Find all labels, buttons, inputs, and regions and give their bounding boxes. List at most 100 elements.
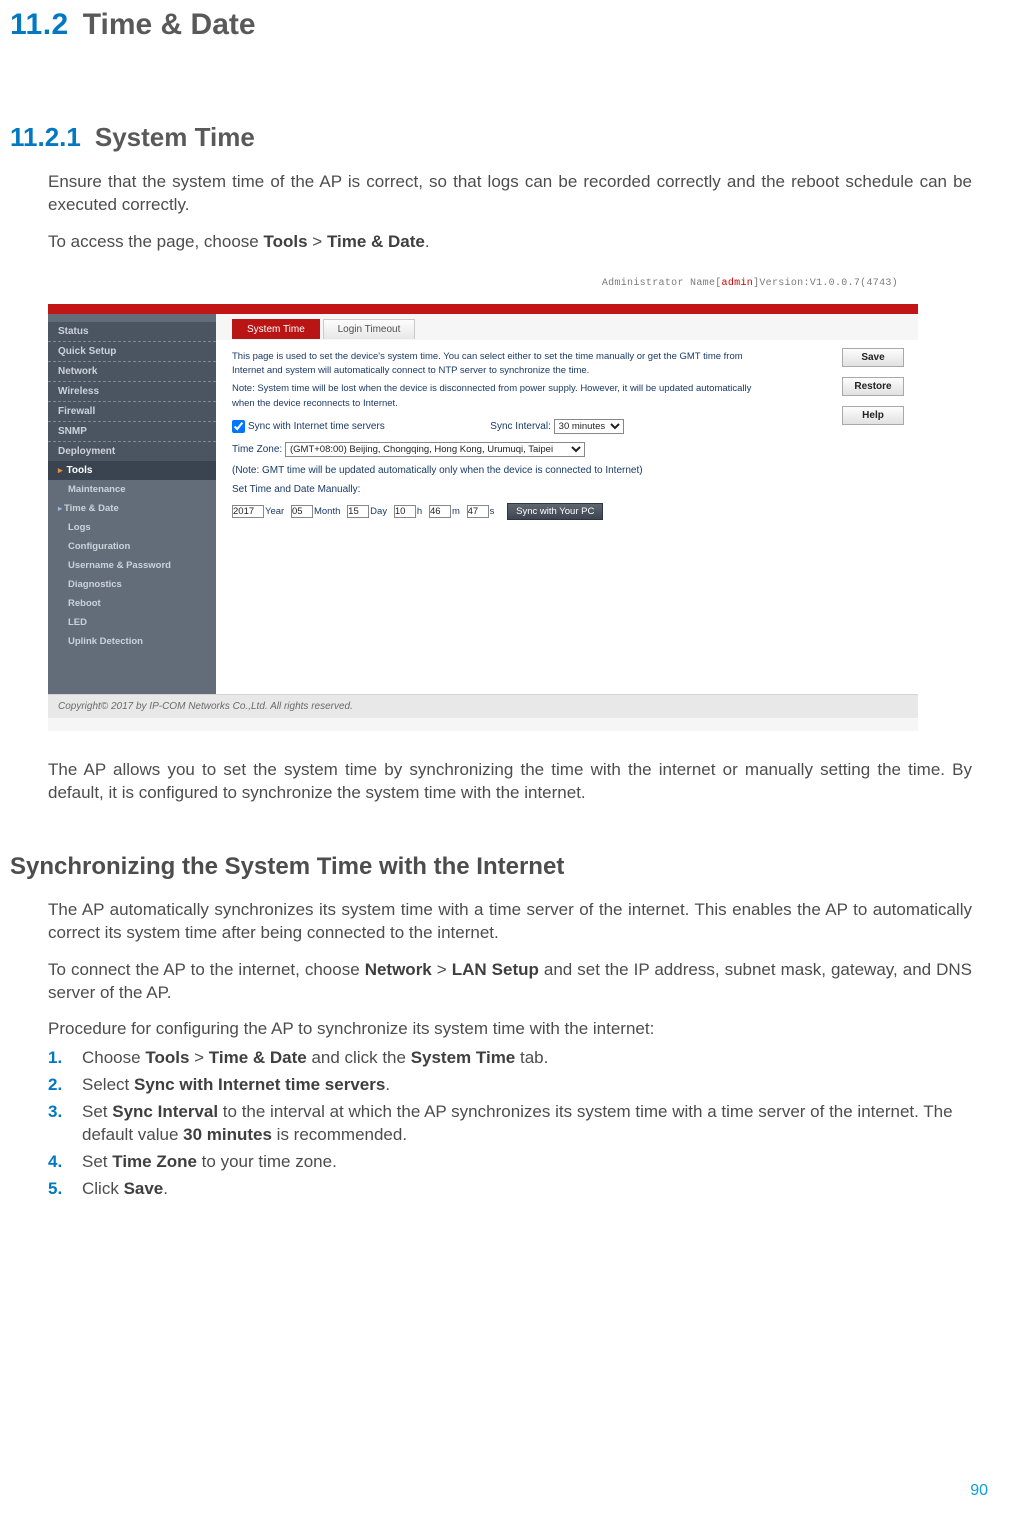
text: Set [82,1102,112,1121]
settings-panel: Save Restore Help This page is used to s… [216,340,918,694]
sync-checkbox[interactable] [232,420,245,433]
tab-login-timeout[interactable]: Login Timeout [323,319,416,339]
sidebar-item-time-date[interactable]: Time & Date [48,499,216,518]
timezone-note: (Note: GMT time will be updated automati… [232,465,902,476]
step-3: 3. Set Sync Interval to the interval at … [48,1101,972,1147]
year-unit: Year [265,506,284,517]
admin-name-label: Administrator Name[ [602,278,722,289]
sidebar-item-wireless[interactable]: Wireless [48,382,216,402]
tab-system-time[interactable]: System Time [232,319,320,339]
hour-unit: h [417,506,422,517]
admin-username: admin [722,278,754,289]
save-button[interactable]: Save [842,348,904,367]
copyright-footer: Copyright© 2017 by IP-COM Networks Co.,L… [48,694,918,718]
subsection-title: System Time [95,122,255,152]
manual-time-label: Set Time and Date Manually: [232,484,902,495]
year-input[interactable] [232,505,264,518]
second-input[interactable] [467,505,489,518]
sync-interval-select[interactable]: 30 minutes [554,419,624,434]
text: > [189,1048,208,1067]
sidebar-item-network[interactable]: Network [48,362,216,382]
step-2: 2. Select Sync with Internet time server… [48,1074,972,1097]
text: to your time zone. [197,1152,337,1171]
subsection-number: 11.2.1 [10,122,81,152]
step-5: 5. Click Save. [48,1178,972,1201]
month-input[interactable] [291,505,313,518]
bold-tools: Tools [145,1048,189,1067]
text: > [308,232,327,251]
sidebar-item-deployment[interactable]: Deployment [48,442,216,461]
text: To connect the AP to the internet, choos… [48,960,365,979]
panel-description-1: This page is used to set the device's sy… [232,350,752,379]
sidebar-item-configuration[interactable]: Configuration [48,537,216,556]
sync-checkbox-label: Sync with Internet time servers [248,421,385,432]
bold-sync-interval: Sync Interval [112,1102,218,1121]
sidebar-item-logs[interactable]: Logs [48,518,216,537]
minute-unit: m [452,506,460,517]
sidebar-item-uplink-detection[interactable]: Uplink Detection [48,632,216,651]
sidebar-item-diagnostics[interactable]: Diagnostics [48,575,216,594]
nav-timedate: Time & Date [327,232,425,251]
second-unit: s [490,506,495,517]
subsection-heading: 11.2.1 System Time [10,122,972,153]
text: Click [82,1179,124,1198]
step-4: 4. Set Time Zone to your time zone. [48,1151,972,1174]
text: tab. [515,1048,548,1067]
sync-with-pc-button[interactable]: Sync with Your PC [507,503,603,520]
bold-time-zone: Time Zone [112,1152,197,1171]
section-heading: 11.2 Time & Date [10,0,972,42]
manual-time-row: Year Month Day h m s Sync with Your PC [232,503,902,520]
version-label: ]Version:V1.0.0.7(4743) [753,278,898,289]
nav-network: Network [365,960,432,979]
timezone-row: Time Zone: (GMT+08:00) Beijing, Chongqin… [232,442,902,457]
text: and click the [307,1048,411,1067]
sidebar-item-username-password[interactable]: Username & Password [48,556,216,575]
sidebar-nav: Status Quick Setup Network Wireless Fire… [48,314,216,694]
section-number: 11.2 [10,8,69,41]
bold-save: Save [124,1179,164,1198]
sync-row: Sync with Internet time servers Sync Int… [232,419,902,434]
sidebar-item-status[interactable]: Status [48,322,216,342]
day-unit: Day [370,506,387,517]
sidebar-item-firewall[interactable]: Firewall [48,402,216,422]
header-bar: Administrator Name[admin]Version:V1.0.0.… [48,268,918,304]
sync-paragraph-1: The AP automatically synchronizes its sy… [48,899,972,945]
step-number: 2. [48,1074,62,1097]
text: . [425,232,430,251]
accent-bar [48,304,918,314]
sidebar-item-tools[interactable]: Tools [48,461,216,480]
text: To access the page, choose [48,232,263,251]
restore-button[interactable]: Restore [842,377,904,396]
sidebar-item-snmp[interactable]: SNMP [48,422,216,442]
minute-input[interactable] [429,505,451,518]
month-unit: Month [314,506,340,517]
intro-paragraph-1: Ensure that the system time of the AP is… [48,171,972,217]
text: Choose [82,1048,145,1067]
timezone-select[interactable]: (GMT+08:00) Beijing, Chongqing, Hong Kon… [285,442,585,457]
section-title: Time & Date [83,8,256,41]
text: . [385,1075,390,1094]
step-number: 4. [48,1151,62,1174]
tab-bar: System Time Login Timeout [216,314,918,340]
after-shot-paragraph: The AP allows you to set the system time… [48,759,972,805]
bold-30-minutes: 30 minutes [183,1125,272,1144]
page-number: 90 [970,1482,988,1500]
sync-heading: Synchronizing the System Time with the I… [10,853,972,881]
sidebar-item-quick-setup[interactable]: Quick Setup [48,342,216,362]
bold-sync-option: Sync with Internet time servers [134,1075,385,1094]
procedure-steps: 1. Choose Tools > Time & Date and click … [48,1047,972,1201]
nav-lan-setup: LAN Setup [452,960,539,979]
sidebar-item-led[interactable]: LED [48,613,216,632]
sidebar-item-maintenance[interactable]: Maintenance [48,480,216,499]
sync-paragraph-2: To connect the AP to the internet, choos… [48,959,972,1005]
panel-description-2: Note: System time will be lost when the … [232,382,752,411]
day-input[interactable] [347,505,369,518]
help-button[interactable]: Help [842,406,904,425]
sync-interval-label: Sync Interval: [490,421,551,432]
text: > [432,960,452,979]
action-buttons: Save Restore Help [842,348,904,435]
bold-timedate: Time & Date [209,1048,307,1067]
text: Set [82,1152,112,1171]
sidebar-item-reboot[interactable]: Reboot [48,594,216,613]
hour-input[interactable] [394,505,416,518]
